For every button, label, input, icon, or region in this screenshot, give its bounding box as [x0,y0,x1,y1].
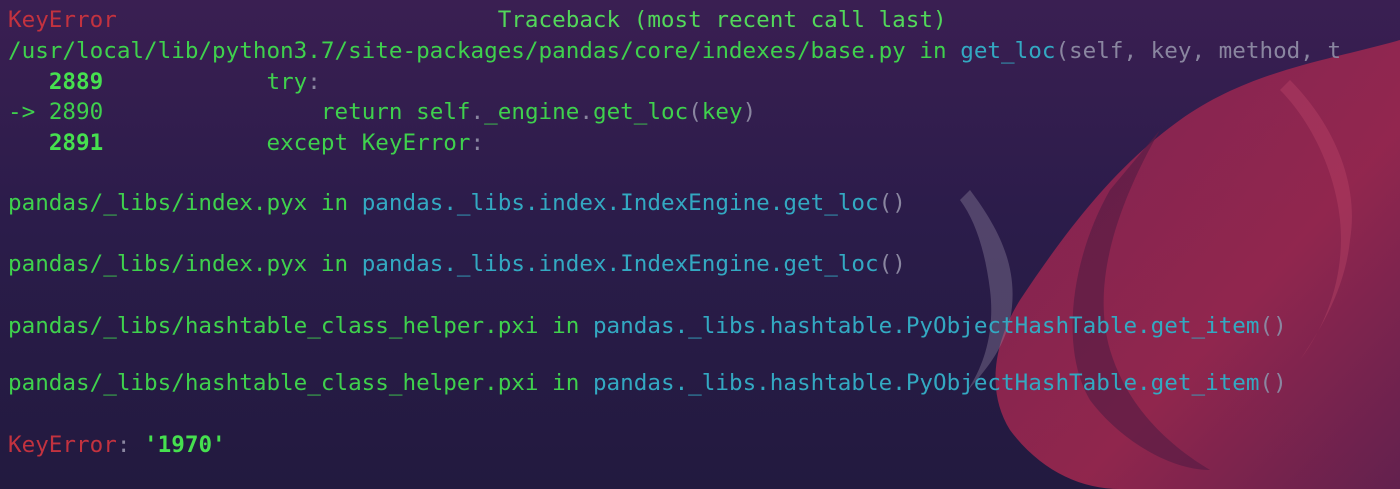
frame-in-keyword: in [552,313,580,339]
frame-function: pandas._libs.hashtable.PyObjectHashTable… [592,370,1260,396]
terminal-output: KeyError Traceback (most recent call las… [0,0,1400,489]
current-line-marker: -> [8,99,49,125]
code-token: ) [742,99,757,125]
line-number: 2889 [48,69,104,95]
frame-function: pandas._libs.index.IndexEngine.get_loc [361,190,879,216]
code-line: 2891 except KeyError: [8,128,484,159]
code-token: : [470,130,485,156]
frame-in-keyword: in [552,370,580,396]
current-line-marker [8,69,49,95]
frame-function: get_loc [960,38,1056,64]
frame-file: pandas/_libs/hashtable_class_helper.pxi [8,370,539,396]
frame-line: pandas/_libs/hashtable_class_helper.pxi … [8,311,1287,342]
code-token: _engine [484,99,580,125]
frame-call-parens: () [1259,313,1287,339]
frame-file: pandas/_libs/index.pyx [8,190,308,216]
current-line-marker [8,130,49,156]
frame-args: (self, key, method, t [1055,38,1342,64]
final-error-line: KeyError: '1970' [8,430,226,461]
frame-in-keyword: in [320,190,349,216]
frame-call-parens: () [1259,370,1287,396]
frame-function: pandas._libs.hashtable.PyObjectHashTable… [592,313,1260,339]
traceback-header-line: KeyError Traceback (most recent call las… [8,5,947,36]
code-token: KeyError [361,130,471,156]
frame-function: pandas._libs.index.IndexEngine.get_loc [361,251,879,277]
code-token: . [579,99,593,125]
code-token: key [701,99,743,125]
code-token: try [266,69,308,95]
code-line: 2889 try: [8,67,321,98]
code-token: return [320,99,417,125]
code-token: get_loc [592,99,689,125]
line-number: 2890 [48,99,104,125]
frame-file: pandas/_libs/index.pyx [8,251,308,277]
code-token: except [266,130,362,156]
code-token: ( [688,99,702,125]
frame-file: pandas/_libs/hashtable_class_helper.pxi [8,313,539,339]
frame-line: pandas/_libs/hashtable_class_helper.pxi … [8,368,1287,399]
final-error-name: KeyError [8,432,117,458]
final-error-separator: : [116,432,145,458]
final-error-value: '1970' [144,432,226,458]
frame-line: pandas/_libs/index.pyx in pandas._libs.i… [8,249,906,280]
frame-line: pandas/_libs/index.pyx in pandas._libs.i… [8,188,906,219]
traceback-header: Traceback (most recent call last) [497,7,947,33]
frame-call-parens: () [878,190,906,216]
frame-location-line: /usr/local/lib/python3.7/site-packages/p… [8,36,1341,67]
frame-path: /usr/local/lib/python3.7/site-packages/p… [8,38,906,64]
code-token: self [416,99,471,125]
line-number: 2891 [48,130,104,156]
frame-in-keyword: in [919,38,947,64]
code-line: -> 2890 return self._engine.get_loc(key) [8,97,756,128]
code-token: : [307,69,321,95]
frame-in-keyword: in [320,251,349,277]
code-token: . [470,99,485,125]
frame-call-parens: () [878,251,906,277]
error-name: KeyError [8,7,117,33]
